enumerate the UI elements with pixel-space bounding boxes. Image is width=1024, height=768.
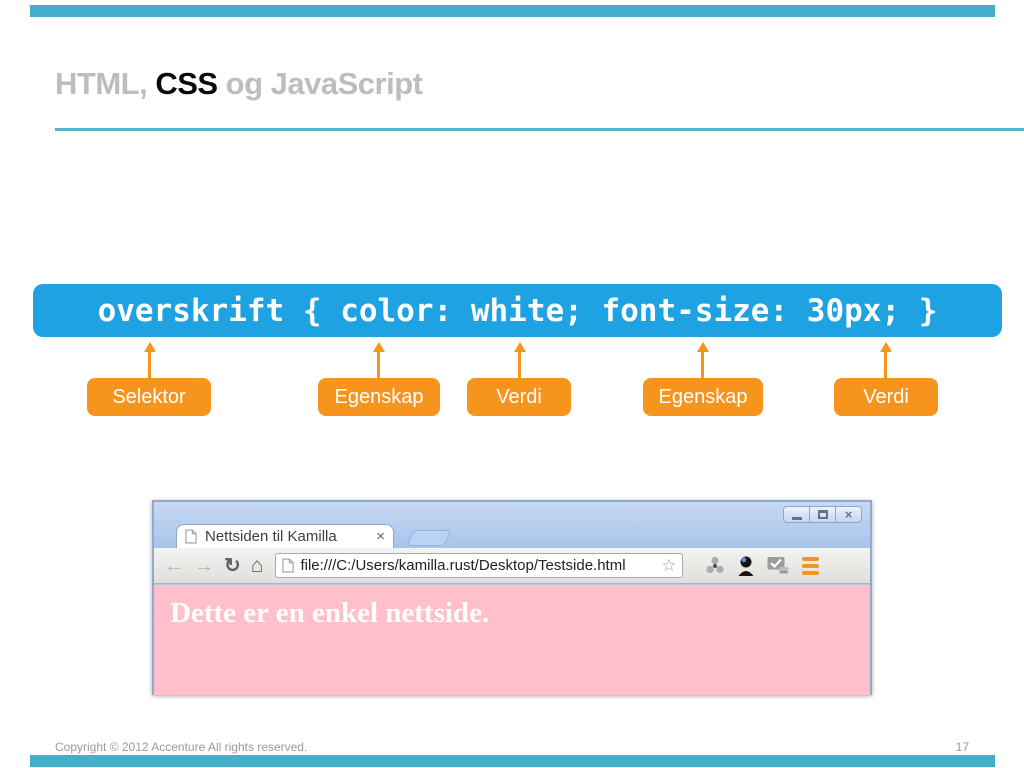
rendered-webpage: Dette er en enkel nettside. [154,585,870,695]
back-icon[interactable]: ← [164,556,184,576]
label-verdi1-text: Verdi [496,385,542,408]
webpage-heading: Dette er en enkel nettside. [170,597,490,629]
new-tab-button[interactable] [406,530,452,546]
label-verdi-1: Verdi [467,378,571,416]
tab-title: Nettsiden til Kamilla [205,528,337,545]
title-part-html: HTML, [55,66,156,101]
css-rule-banner: overskrift { color: white; font-size: 30… [33,284,1002,337]
incognito-person-icon[interactable] [737,555,755,576]
label-egenskap-1: Egenskap [318,378,440,416]
mail-check-icon[interactable] [767,556,790,575]
value2-arrow-icon [884,352,887,378]
label-egenskap2-text: Egenskap [658,385,748,408]
label-egenskap1-text: Egenskap [334,385,424,408]
top-accent-bar [30,5,995,17]
document-icon [282,558,295,573]
tab-close-icon[interactable]: × [376,529,385,544]
window-controls: × [783,506,862,523]
extension-icons [693,555,820,576]
css-rule-code: overskrift { color: white; font-size: 30… [97,292,938,329]
browser-tab[interactable]: Nettsiden til Kamilla × [176,524,394,548]
radiation-icon[interactable] [705,556,725,576]
browser-titlebar: × Nettsiden til Kamilla × [154,502,870,548]
maximize-icon [817,510,828,519]
label-selektor-text: Selektor [112,385,186,408]
url-text[interactable]: file:///C:/Users/kamilla.rust/Desktop/Te… [300,557,661,574]
forward-icon[interactable]: → [194,556,214,576]
selector-arrow-icon [148,352,151,378]
property-arrow-icon [377,352,380,378]
browser-window: × Nettsiden til Kamilla × ← → ↻ ⌂ file:/… [152,500,872,695]
label-selektor: Selektor [87,378,211,416]
maximize-button[interactable] [809,506,836,523]
title-part-js: og JavaScript [217,66,423,101]
bookmark-star-icon[interactable]: ☆ [661,557,676,574]
page-title: HTML, CSS og JavaScript [55,66,423,102]
title-divider [55,128,1024,131]
property2-arrow-icon [701,352,704,378]
page-number: 17 [955,740,969,754]
minimize-icon [791,516,802,520]
label-egenskap-2: Egenskap [643,378,763,416]
menu-icon[interactable] [802,555,820,576]
close-icon: × [844,507,853,522]
page-favicon-icon [185,529,197,544]
bottom-accent-bar [30,755,995,767]
label-verdi2-text: Verdi [863,385,909,408]
label-verdi-2: Verdi [834,378,938,416]
title-part-css: CSS [155,66,218,101]
close-button[interactable]: × [835,506,862,523]
url-bar[interactable]: file:///C:/Users/kamilla.rust/Desktop/Te… [275,553,684,578]
minimize-button[interactable] [783,506,810,523]
reload-icon[interactable]: ↻ [224,556,241,576]
home-icon[interactable]: ⌂ [251,555,264,576]
copyright-text: Copyright © 2012 Accenture All rights re… [55,740,308,754]
browser-toolbar: ← → ↻ ⌂ file:///C:/Users/kamilla.rust/De… [154,548,870,584]
value-arrow-icon [518,352,521,378]
